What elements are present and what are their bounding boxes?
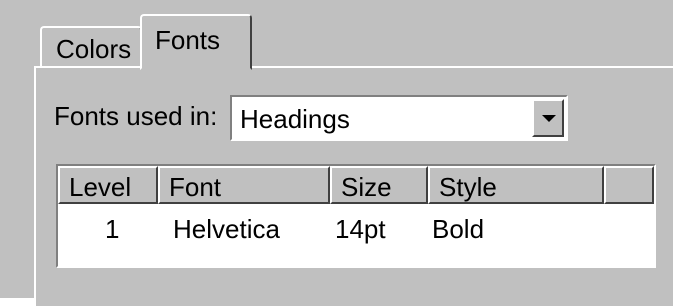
column-header-font[interactable]: Font <box>158 166 330 204</box>
cell-level: 1 <box>105 214 120 244</box>
cell-font: Helvetica <box>173 214 280 244</box>
column-header-empty[interactable] <box>604 166 654 204</box>
dialog-frame: Colors Fonts Fonts used in: Headings Lev… <box>0 0 673 306</box>
fonts-used-in-value: Headings <box>240 104 350 134</box>
table-row[interactable]: 1 Helvetica 14pt Bold <box>58 212 654 248</box>
fonts-list[interactable]: Level Font Size Style 1 Helvetica 14pt B… <box>56 164 656 268</box>
fonts-used-in-dropdown[interactable]: Headings <box>230 95 568 141</box>
cell-size: 14pt <box>335 214 386 244</box>
tab-colors-label: Colors <box>56 34 132 64</box>
cell-style: Bold <box>432 214 485 244</box>
tab-colors[interactable]: Colors <box>40 26 142 68</box>
list-header: Level Font Size Style <box>58 166 654 204</box>
dropdown-button[interactable] <box>532 99 564 137</box>
chevron-down-icon <box>542 115 556 122</box>
column-header-style[interactable]: Style <box>428 166 604 204</box>
column-header-size[interactable]: Size <box>330 166 428 204</box>
fonts-used-in-label: Fonts used in: <box>54 101 218 131</box>
tab-fonts[interactable]: Fonts <box>140 14 252 70</box>
tab-fonts-label: Fonts <box>155 25 221 55</box>
column-header-level[interactable]: Level <box>58 166 158 204</box>
